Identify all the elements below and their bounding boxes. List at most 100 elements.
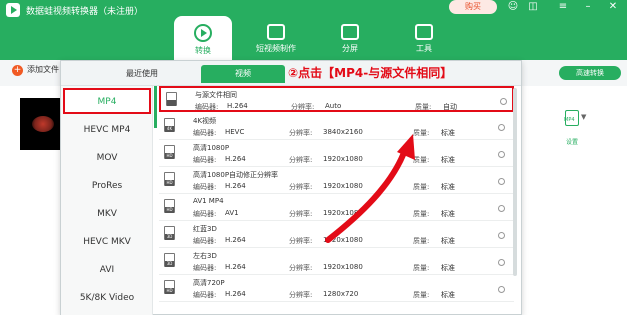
quality-label: 质量: (413, 264, 430, 272)
encoder-value: H.264 (225, 182, 246, 190)
split-screen-icon (341, 24, 359, 40)
format-list: MP4 HEVC MP4 MOV ProRes MKV HEVC MKV AVI… (61, 86, 153, 315)
video-3d-icon: 3D (164, 253, 175, 267)
gift-icon[interactable]: ◫ (526, 1, 540, 13)
quality-value: 标准 (441, 210, 455, 218)
encoder-value: H.264 (225, 263, 246, 271)
app-window: 数据蛙视频转换器（未注册） 购买 ☺ ◫ ≡ – ✕ 转换 短视频制作 分屏 工… (0, 0, 627, 315)
video-3d-icon: 3D (164, 226, 175, 240)
format-item-5k8k[interactable]: 5K/8K Video (61, 284, 153, 312)
buy-button[interactable]: 购买 (449, 0, 497, 14)
preset-row[interactable]: 3D 红蓝3D 编码器: H.264 分辨率: 1920x1080 质量: 标准 (159, 222, 514, 248)
instruction-annotation: ②点击【MP4-与源文件相同】 (288, 66, 453, 80)
quality-value: 标准 (441, 129, 455, 137)
preset-name: 4K视频 (193, 117, 217, 125)
quality-value: 标准 (441, 291, 455, 299)
resolution-value: 1280x720 (323, 290, 359, 298)
gear-icon[interactable] (498, 124, 505, 131)
scrollbar[interactable] (513, 88, 517, 276)
quality-value: 自动 (443, 103, 457, 111)
gear-icon[interactable] (498, 151, 505, 158)
close-icon[interactable]: ✕ (606, 1, 620, 13)
resolution-value: 1920x1080 (323, 209, 363, 217)
gear-icon[interactable] (500, 98, 507, 105)
preset-list: 与源文件相同 编码器: H.264 分辨率: Auto 质量: 自动 4K 4K… (159, 86, 514, 315)
selection-indicator (154, 86, 157, 128)
preset-name: 高清1080P自动修正分辨率 (193, 171, 279, 179)
format-item-hevc-mkv[interactable]: HEVC MKV (61, 228, 153, 256)
gear-icon[interactable] (498, 178, 505, 185)
format-item-avi[interactable]: AVI (61, 256, 153, 284)
preset-row[interactable]: HD AV1 MP4 编码器: AV1 分辨率: 1920x1080 质量: 标… (159, 195, 514, 221)
chevron-down-icon[interactable]: ▼ (581, 113, 586, 121)
quality-value: 标准 (441, 237, 455, 245)
encoder-value: H.264 (227, 102, 248, 110)
preset-row[interactable]: HD 高清1080P自动修正分辨率 编码器: H.264 分辨率: 1920x1… (159, 168, 514, 194)
format-dropdown: 最近使用 视频 ②点击【MP4-与源文件相同】 MP4 HEVC MP4 MOV… (60, 60, 522, 315)
preset-row[interactable]: 4K 4K视频 编码器: HEVC 分辨率: 3840x2160 质量: 标准 (159, 114, 514, 140)
format-item-prores[interactable]: ProRes (61, 172, 153, 200)
add-file-button[interactable]: + 添加文件 (12, 64, 59, 76)
video-hd-icon: HD (164, 280, 175, 294)
preset-row[interactable]: HD 高清720P 编码器: H.264 分辨率: 1280x720 质量: 标… (159, 276, 514, 302)
high-speed-convert-button[interactable]: 高速转换 (559, 66, 621, 80)
resolution-value: 1920x1080 (323, 236, 363, 244)
format-item-mp4[interactable]: MP4 (63, 88, 151, 114)
resolution-label: 分辨率: (291, 103, 315, 111)
tab-short-video[interactable]: 短视频制作 (247, 16, 305, 60)
preset-row[interactable]: HD 高清1080P 编码器: H.264 分辨率: 1920x1080 质量:… (159, 141, 514, 167)
toolbox-icon (415, 24, 433, 40)
dropdown-tabs: 最近使用 视频 ②点击【MP4-与源文件相同】 (61, 61, 521, 86)
encoder-label: 编码器: (193, 129, 217, 137)
user-icon[interactable]: ☺ (506, 1, 520, 13)
preset-row[interactable]: 3D 左右3D 编码器: H.264 分辨率: 1920x1080 质量: 标准 (159, 249, 514, 275)
gear-icon[interactable] (498, 286, 505, 293)
tab-recent[interactable]: 最近使用 (101, 65, 183, 83)
resolution-label: 分辨率: (289, 156, 313, 164)
tab-convert-label: 转换 (195, 46, 211, 55)
format-item-hevc-mp4[interactable]: HEVC MP4 (61, 116, 153, 144)
quality-value: 标准 (441, 183, 455, 191)
tab-convert[interactable]: 转换 (174, 16, 232, 60)
preset-row[interactable]: 与源文件相同 编码器: H.264 分辨率: Auto 质量: 自动 (159, 86, 514, 112)
quality-label: 质量: (413, 210, 430, 218)
video-hd-icon: HD (164, 172, 175, 186)
minimize-icon[interactable]: – (581, 1, 595, 13)
resolution-value: 1920x1080 (323, 155, 363, 163)
convert-icon (194, 24, 212, 42)
file-icon (166, 92, 177, 106)
encoder-label: 编码器: (193, 183, 217, 191)
quality-label: 质量: (413, 237, 430, 245)
preset-name: 红蓝3D (193, 225, 217, 233)
encoder-value: H.264 (225, 155, 246, 163)
format-item-mkv[interactable]: MKV (61, 200, 153, 228)
quality-label: 质量: (413, 183, 430, 191)
title-bar: 数据蛙视频转换器（未注册） 购买 ☺ ◫ ≡ – ✕ 转换 短视频制作 分屏 工… (0, 0, 627, 60)
gear-icon[interactable] (498, 259, 505, 266)
encoder-value: HEVC (225, 128, 245, 136)
resolution-value: Auto (325, 102, 342, 110)
tab-split-screen[interactable]: 分屏 (321, 16, 379, 60)
quality-value: 标准 (441, 264, 455, 272)
video-4k-icon: 4K (164, 118, 175, 132)
preset-name: 左右3D (193, 252, 217, 260)
settings-button[interactable]: 设置 (562, 137, 582, 146)
app-logo-icon (6, 3, 20, 17)
tab-video[interactable]: 视频 (201, 65, 285, 83)
resolution-label: 分辨率: (289, 237, 313, 245)
encoder-label: 编码器: (193, 291, 217, 299)
resolution-label: 分辨率: (289, 129, 313, 137)
encoder-label: 编码器: (195, 103, 219, 111)
quality-label: 质量: (413, 129, 430, 137)
format-item-mov[interactable]: MOV (61, 144, 153, 172)
preset-name: 高清1080P (193, 144, 230, 152)
tab-tools[interactable]: 工具 (395, 16, 453, 60)
encoder-label: 编码器: (193, 210, 217, 218)
encoder-label: 编码器: (193, 237, 217, 245)
video-hd-icon: HD (164, 199, 175, 213)
gear-icon[interactable] (498, 205, 505, 212)
menu-icon[interactable]: ≡ (556, 1, 570, 13)
add-file-label: 添加文件 (27, 65, 59, 74)
encoder-value: AV1 (225, 209, 239, 217)
gear-icon[interactable] (498, 232, 505, 239)
